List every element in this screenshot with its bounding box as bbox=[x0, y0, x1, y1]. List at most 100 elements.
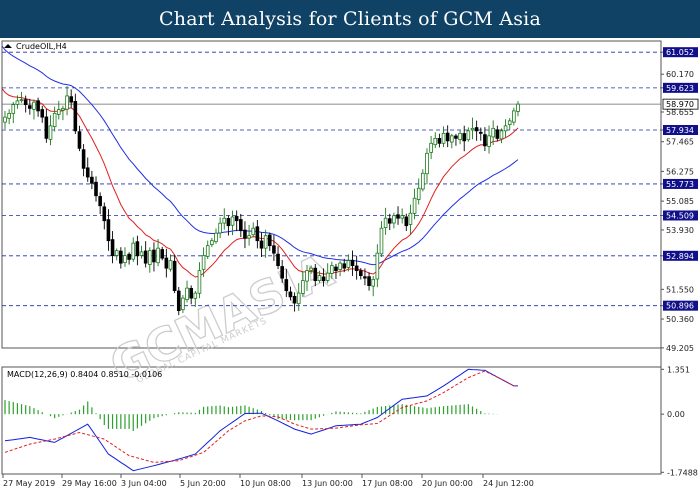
candle-body bbox=[44, 116, 49, 139]
price-panel-frame bbox=[1, 40, 662, 349]
candle-body bbox=[123, 255, 127, 263]
candle-body bbox=[516, 103, 520, 112]
candle-body bbox=[474, 127, 479, 132]
symbol-label: CrudeOIL,H4 bbox=[16, 42, 67, 51]
candle-body bbox=[114, 250, 119, 256]
candle-body bbox=[400, 215, 404, 219]
time-tick-label: 17 Jun 08:00 bbox=[362, 479, 413, 488]
candle-body bbox=[491, 127, 495, 138]
level-label: 54.509 bbox=[666, 211, 694, 220]
candle-body bbox=[85, 167, 90, 178]
candle-body bbox=[255, 226, 260, 242]
candle-body bbox=[437, 137, 442, 144]
level-label: 57.934 bbox=[666, 126, 694, 135]
candle-body bbox=[338, 262, 342, 270]
chart-header: Chart Analysis for Clients of GCM Asia bbox=[0, 0, 700, 38]
time-tick-label: 5 Jun 20:00 bbox=[180, 479, 226, 488]
candle-body bbox=[185, 287, 189, 300]
level-label: 52.894 bbox=[666, 252, 694, 261]
candle-body bbox=[478, 131, 483, 134]
macd-tick-label: 0.00 bbox=[667, 410, 685, 419]
candle-body bbox=[358, 270, 363, 277]
candle-body bbox=[147, 250, 152, 265]
time-tick-label: 3 Jun 04:00 bbox=[121, 479, 167, 488]
candle-body bbox=[383, 217, 388, 228]
time-tick-label: 24 Jun 12:00 bbox=[483, 479, 534, 488]
chart-area[interactable]: GCMASIA GLOBAL CAPITAL MARKETS 60.170 58.… bbox=[0, 38, 700, 500]
candle-body bbox=[371, 278, 376, 287]
macd-tick-label: -1.7488 bbox=[667, 468, 698, 477]
candle-body bbox=[321, 276, 326, 282]
price-tick-label: 57.465 bbox=[666, 138, 694, 147]
macd-panel-frame bbox=[1, 366, 662, 475]
candle-body bbox=[495, 129, 500, 139]
candle-body bbox=[342, 263, 347, 269]
chart-title: Chart Analysis for Clients of GCM Asia bbox=[159, 8, 541, 30]
candle-body bbox=[276, 253, 280, 267]
candle-body bbox=[3, 116, 7, 123]
candle-body bbox=[218, 222, 222, 234]
candle-body bbox=[292, 295, 297, 304]
candle-body bbox=[181, 297, 185, 311]
candle-body bbox=[317, 275, 322, 281]
candle-body bbox=[23, 99, 28, 106]
candle-body bbox=[272, 245, 276, 254]
candle-body bbox=[52, 112, 57, 128]
candle-body bbox=[487, 135, 491, 147]
candle-body bbox=[19, 99, 24, 102]
candle-body bbox=[73, 100, 78, 132]
candle-body bbox=[466, 130, 471, 141]
candle-body bbox=[296, 292, 301, 305]
candle-body bbox=[28, 105, 32, 109]
candle-body bbox=[40, 109, 45, 118]
macd-tick-label: 1.351 bbox=[667, 365, 690, 374]
time-tick-label: 10 Jun 08:00 bbox=[240, 479, 291, 488]
candle-body bbox=[263, 235, 268, 249]
candle-body bbox=[239, 219, 243, 232]
level-label: 58.970 bbox=[666, 100, 694, 109]
candle-body bbox=[189, 287, 193, 299]
ma-fast-line bbox=[1, 88, 519, 278]
candle-body bbox=[346, 260, 351, 268]
price-tick-label: 60.170 bbox=[666, 70, 694, 79]
candle-body bbox=[412, 197, 417, 214]
candle-body bbox=[330, 265, 334, 274]
candle-body bbox=[379, 227, 384, 255]
candle-body bbox=[127, 253, 131, 260]
price-tick-label: 51.550 bbox=[666, 285, 694, 294]
candle-body bbox=[507, 120, 512, 125]
candle-body bbox=[56, 109, 61, 115]
candle-body bbox=[483, 134, 487, 147]
candle-body bbox=[176, 290, 181, 311]
candle-body bbox=[106, 219, 111, 242]
level-label: 59.623 bbox=[666, 84, 694, 93]
candle-body bbox=[313, 267, 318, 282]
candle-body bbox=[234, 216, 239, 222]
candle-body bbox=[251, 227, 256, 236]
candle-body bbox=[404, 216, 409, 227]
price-tick-label: 49.205 bbox=[666, 344, 694, 353]
candle-body bbox=[441, 132, 446, 144]
candle-body bbox=[139, 251, 144, 256]
candle-body bbox=[429, 142, 433, 153]
price-tick-label: 53.930 bbox=[666, 226, 694, 235]
candle-body bbox=[305, 270, 309, 282]
candle-body bbox=[392, 215, 396, 224]
level-label: 55.773 bbox=[666, 180, 694, 189]
candle-body bbox=[354, 265, 359, 272]
candle-body bbox=[375, 252, 380, 280]
candle-body bbox=[77, 131, 82, 149]
chart-svg[interactable]: GCMASIA GLOBAL CAPITAL MARKETS 60.17058.… bbox=[0, 38, 700, 500]
candle-body bbox=[119, 250, 123, 264]
candle-body bbox=[210, 240, 214, 245]
candle-body bbox=[503, 125, 508, 132]
candle-body bbox=[110, 239, 115, 257]
candle-body bbox=[131, 242, 136, 260]
candle-body bbox=[243, 229, 247, 239]
level-label: 50.896 bbox=[666, 302, 694, 311]
candle-body bbox=[143, 250, 148, 264]
symbol-marker-icon bbox=[4, 44, 12, 48]
candle-body bbox=[48, 125, 53, 140]
candle-body bbox=[499, 130, 504, 140]
time-tick-label: 29 May 16:00 bbox=[62, 479, 117, 488]
